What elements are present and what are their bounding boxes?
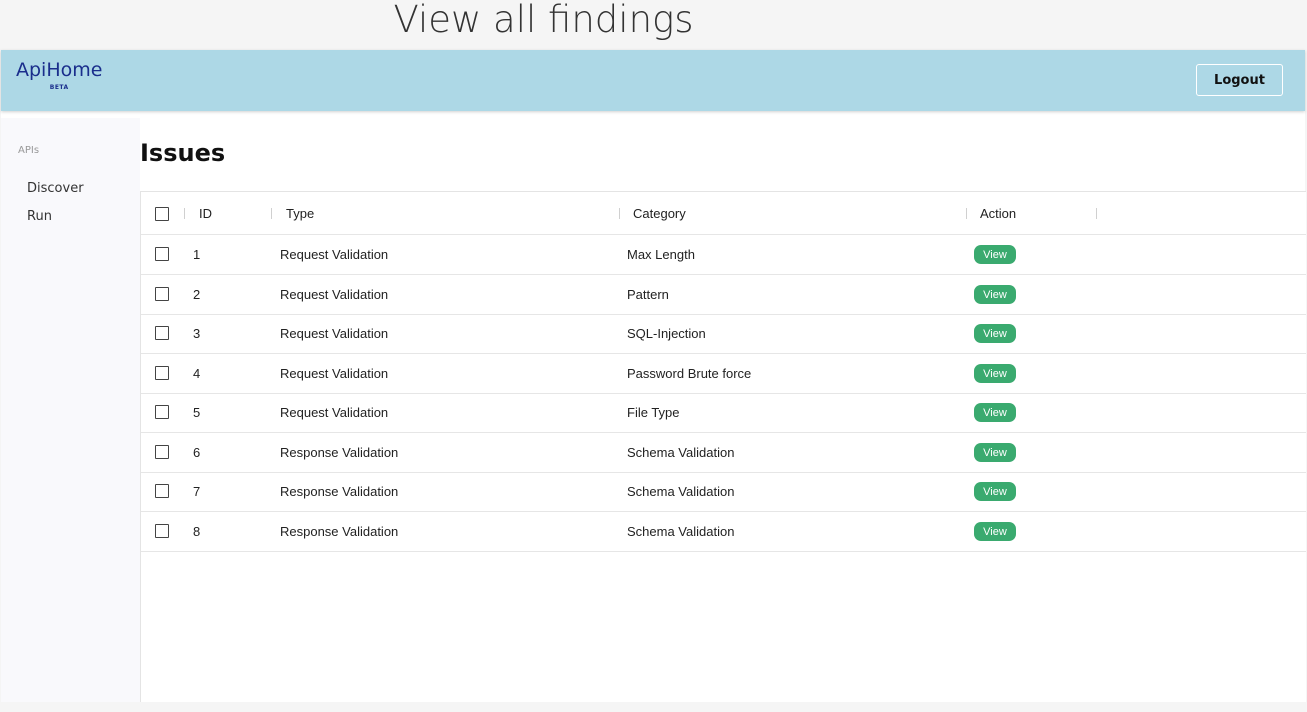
- app-frame: ApiHome BETA Logout APIs Discover Run Is…: [1, 50, 1306, 703]
- column-separator: [619, 208, 620, 219]
- column-header-type[interactable]: Type: [286, 206, 314, 221]
- row-checkbox[interactable]: [155, 484, 169, 498]
- issue-category: File Type: [627, 405, 680, 420]
- issue-id: 6: [193, 445, 201, 460]
- view-button[interactable]: View: [974, 364, 1016, 383]
- issue-category: Schema Validation: [627, 445, 735, 460]
- view-button[interactable]: View: [974, 245, 1016, 264]
- view-button[interactable]: View: [974, 403, 1016, 422]
- column-header-category[interactable]: Category: [633, 206, 686, 221]
- row-checkbox[interactable]: [155, 326, 169, 340]
- brand-name: ApiHome: [16, 59, 103, 81]
- table-row[interactable]: 6 Response Validation Schema Validation …: [141, 433, 1306, 473]
- table-header: ID Type Category Action: [141, 192, 1306, 235]
- row-checkbox[interactable]: [155, 366, 169, 380]
- top-header: ApiHome BETA Logout: [1, 50, 1305, 111]
- issue-type: Response Validation: [280, 524, 399, 539]
- issue-id: 2: [193, 287, 201, 302]
- sidebar-item-run[interactable]: Run: [27, 209, 52, 224]
- column-separator: [1096, 208, 1097, 219]
- view-button[interactable]: View: [974, 482, 1016, 501]
- row-checkbox[interactable]: [155, 247, 169, 261]
- issue-id: 1: [193, 247, 201, 262]
- column-header-id[interactable]: ID: [199, 206, 212, 221]
- issue-category: Max Length: [627, 247, 695, 262]
- logout-button[interactable]: Logout: [1196, 64, 1283, 96]
- page-title: Issues: [140, 139, 226, 167]
- table-row[interactable]: 7 Response Validation Schema Validation …: [141, 472, 1306, 512]
- column-header-action: Action: [980, 206, 1017, 221]
- sidebar-heading: APIs: [18, 145, 40, 156]
- bottom-strip: [0, 702, 1307, 712]
- issue-category: Password Brute force: [627, 366, 752, 381]
- issues-table: ID Type Category Action 1 Request Valida…: [140, 191, 1306, 703]
- issue-category: SQL-Injection: [627, 326, 706, 341]
- brand-logo[interactable]: ApiHome BETA: [16, 59, 102, 91]
- select-all-checkbox[interactable]: [155, 207, 169, 221]
- issue-id: 5: [193, 405, 201, 420]
- table-row[interactable]: 4 Request Validation Password Brute forc…: [141, 354, 1306, 394]
- sidebar-item-discover[interactable]: Discover: [27, 181, 84, 196]
- row-checkbox[interactable]: [155, 445, 169, 459]
- table-row[interactable]: 8 Response Validation Schema Validation …: [141, 512, 1306, 552]
- column-separator: [271, 208, 272, 219]
- table-row[interactable]: 1 Request Validation Max Length View: [141, 235, 1306, 275]
- view-button[interactable]: View: [974, 522, 1016, 541]
- view-button[interactable]: View: [974, 324, 1016, 343]
- view-button[interactable]: View: [974, 285, 1016, 304]
- table-row[interactable]: 5 Request Validation File Type View: [141, 393, 1306, 433]
- page-caption: View all findings: [393, 0, 694, 41]
- issue-id: 3: [193, 326, 201, 341]
- issue-type: Request Validation: [280, 366, 389, 381]
- issue-type: Response Validation: [280, 484, 399, 499]
- column-separator: [184, 208, 185, 219]
- issue-type: Request Validation: [280, 287, 389, 302]
- issue-id: 4: [193, 366, 201, 381]
- table-row[interactable]: 3 Request Validation SQL-Injection View: [141, 314, 1306, 354]
- row-checkbox[interactable]: [155, 524, 169, 538]
- sidebar: APIs Discover Run: [1, 118, 140, 702]
- view-button[interactable]: View: [974, 443, 1016, 462]
- issue-id: 7: [193, 484, 201, 499]
- table-row[interactable]: 2 Request Validation Pattern View: [141, 275, 1306, 315]
- issue-id: 8: [193, 524, 201, 539]
- beta-badge: BETA: [49, 84, 69, 91]
- row-checkbox[interactable]: [155, 405, 169, 419]
- issue-category: Schema Validation: [627, 484, 735, 499]
- issue-category: Pattern: [627, 287, 669, 302]
- issue-type: Request Validation: [280, 405, 389, 420]
- issue-type: Response Validation: [280, 445, 399, 460]
- issue-category: Schema Validation: [627, 524, 735, 539]
- issue-type: Request Validation: [280, 247, 389, 262]
- column-separator: [966, 208, 967, 219]
- row-checkbox[interactable]: [155, 287, 169, 301]
- issue-type: Request Validation: [280, 326, 389, 341]
